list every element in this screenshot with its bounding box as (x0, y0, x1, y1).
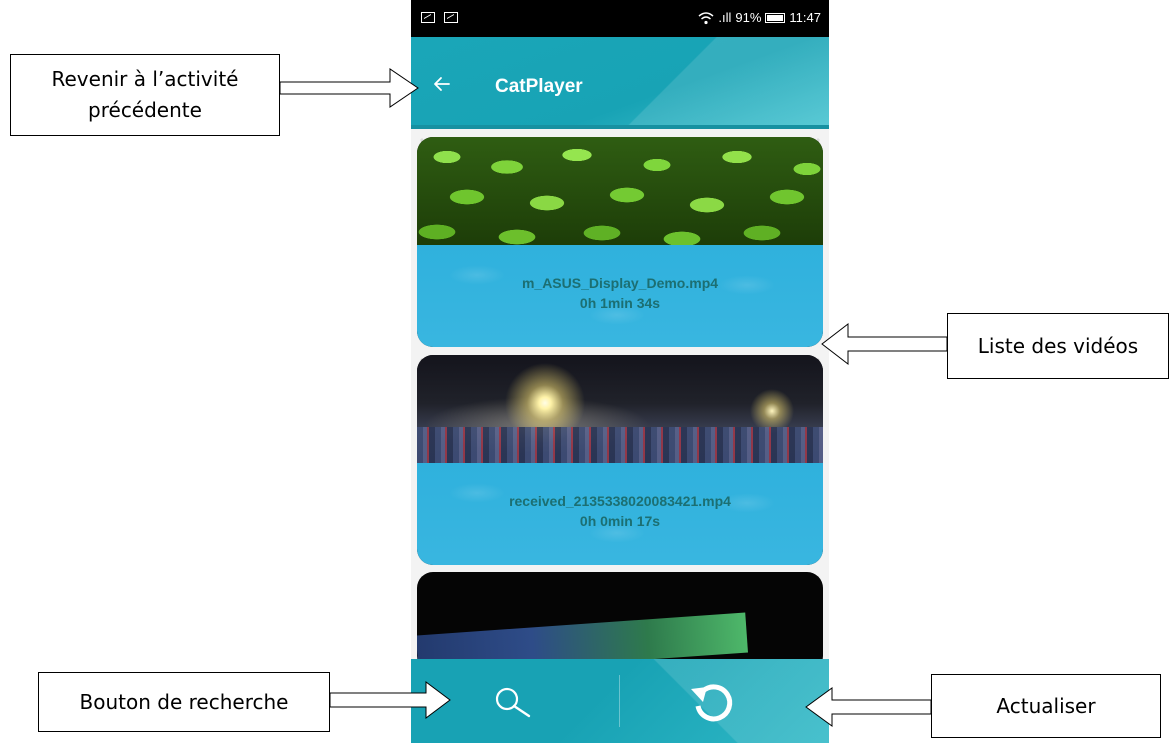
arrow-to-refresh (805, 687, 932, 727)
annotation-arrows (279, 68, 948, 727)
arrow-to-back (279, 68, 419, 108)
arrow-to-list (821, 322, 948, 366)
arrow-to-search (329, 681, 451, 719)
